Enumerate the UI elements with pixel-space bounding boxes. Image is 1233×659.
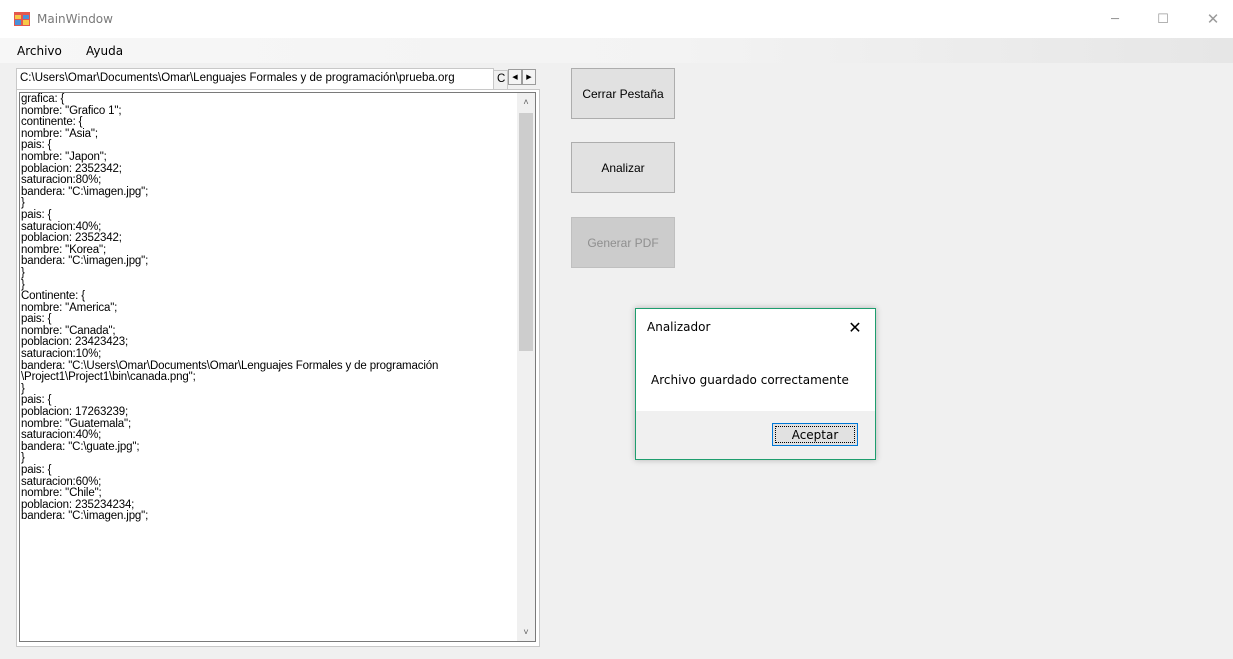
close-tab-button[interactable]: Cerrar Pestaña [571, 68, 675, 119]
title-bar: MainWindow ─ ☐ ✕ [0, 0, 1233, 38]
close-window-button[interactable]: ✕ [1190, 0, 1233, 38]
tab-scroll-buttons: ◀ ▶ [508, 69, 536, 85]
dialog-message: Archivo guardado correctamente [651, 373, 849, 387]
ok-button[interactable]: Aceptar [772, 423, 858, 446]
arrow-right-icon: ▶ [526, 74, 532, 81]
main-window: MainWindow ─ ☐ ✕ Archivo Ayuda C:\Users\… [0, 0, 1233, 659]
tab-scroll-right-button[interactable]: ▶ [522, 69, 536, 85]
editor-content[interactable]: grafica: { nombre: "Grafico 1"; continen… [21, 93, 516, 523]
analyze-button[interactable]: Analizar [571, 142, 675, 193]
menu-archivo[interactable]: Archivo [17, 44, 62, 58]
vertical-scrollbar[interactable]: ˄ ˅ [517, 93, 535, 641]
dialog-close-button[interactable]: ✕ [842, 314, 868, 340]
arrow-left-icon: ◀ [512, 74, 518, 81]
dialog-footer: Aceptar [636, 411, 875, 459]
chevron-down-icon: ˅ [523, 627, 529, 637]
code-editor[interactable]: grafica: { nombre: "Grafico 1"; continen… [19, 92, 536, 642]
tab-label: C:\Users\Omar\Documents\Omar\Lenguajes F… [20, 72, 455, 84]
maximize-icon: ☐ [1157, 11, 1169, 27]
window-title: MainWindow [37, 12, 113, 26]
close-icon: ✕ [848, 317, 862, 337]
menu-ayuda[interactable]: Ayuda [86, 44, 123, 58]
chevron-up-icon: ˄ [523, 97, 529, 107]
scroll-down-button[interactable]: ˅ [517, 623, 535, 641]
minimize-button[interactable]: ─ [1092, 0, 1138, 38]
tab-scroll-left-button[interactable]: ◀ [508, 69, 522, 85]
menu-bar: Archivo Ayuda [0, 38, 1233, 63]
scroll-up-button[interactable]: ˄ [517, 93, 535, 111]
scrollbar-thumb[interactable] [519, 113, 533, 351]
tab-second-file[interactable]: C [494, 70, 508, 89]
minimize-icon: ─ [1111, 11, 1119, 27]
message-dialog: Analizador ✕ Archivo guardado correctame… [635, 308, 876, 460]
tab-label: C [497, 73, 506, 85]
generate-pdf-button: Generar PDF [571, 217, 675, 268]
tab-active-file[interactable]: C:\Users\Omar\Documents\Omar\Lenguajes F… [16, 68, 494, 89]
close-icon: ✕ [1206, 10, 1220, 28]
maximize-button[interactable]: ☐ [1140, 0, 1186, 38]
app-form-icon [14, 12, 30, 26]
dialog-title: Analizador [647, 320, 711, 334]
